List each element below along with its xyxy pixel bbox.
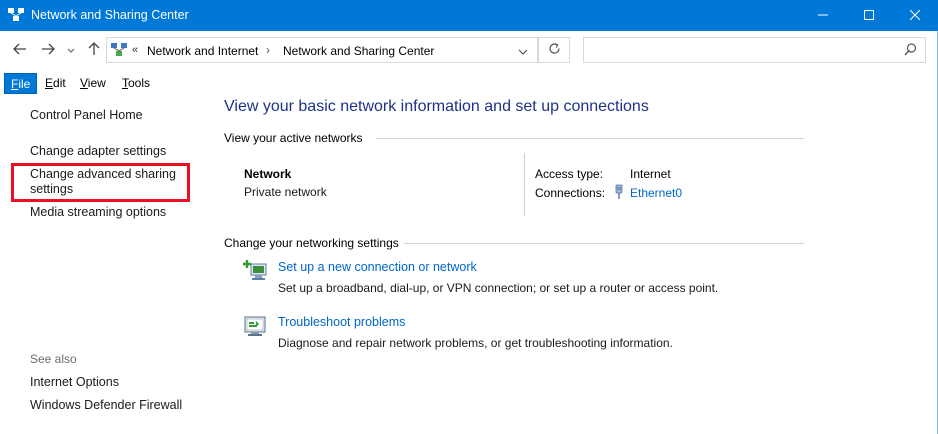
task-description: Set up a broadband, dial-up, or VPN conn… [278, 281, 719, 295]
refresh-button[interactable] [538, 37, 570, 63]
minimize-button[interactable] [800, 0, 846, 31]
close-button[interactable] [892, 0, 938, 31]
ethernet-icon [613, 184, 625, 203]
menu-tools[interactable]: Tools [116, 73, 156, 94]
access-type-value: Internet [630, 167, 671, 181]
maximize-icon [864, 9, 874, 23]
navigation-bar: « Network and Internet › Network and Sha… [0, 31, 938, 71]
sidebar-link-change-adapter-settings[interactable]: Change adapter settings [30, 144, 166, 159]
forward-button[interactable] [38, 39, 58, 61]
maximize-button[interactable] [846, 0, 892, 31]
change-settings-heading: Change your networking settings [224, 236, 399, 250]
arrow-up-icon [88, 41, 100, 59]
back-button[interactable] [10, 39, 30, 61]
search-input[interactable] [583, 37, 926, 63]
breadcrumb-network-and-internet[interactable]: Network and Internet [147, 44, 258, 58]
task-link-set-up-new-connection[interactable]: Set up a new connection or network [278, 260, 477, 274]
menu-file[interactable]: File [4, 73, 38, 94]
arrow-left-icon [13, 43, 27, 58]
main-content: View your basic network information and … [205, 95, 938, 434]
close-icon [909, 9, 921, 23]
network-center-icon [8, 8, 24, 22]
divider [376, 138, 804, 139]
menu-edit[interactable]: Edit [39, 73, 72, 94]
highlight-annotation-box [11, 163, 190, 202]
sidebar-link-internet-options[interactable]: Internet Options [30, 375, 119, 390]
sidebar-link-media-streaming-options[interactable]: Media streaming options [30, 205, 166, 220]
sidebar-link-control-panel-home[interactable]: Control Panel Home [30, 108, 143, 123]
left-task-pane: Control Panel Home Change adapter settin… [0, 95, 205, 434]
breadcrumb-separator[interactable]: › [266, 43, 270, 57]
breadcrumb-network-and-sharing-center[interactable]: Network and Sharing Center [283, 44, 434, 58]
address-dropdown-button[interactable] [515, 43, 531, 59]
network-name: Network [244, 167, 292, 181]
task-description: Diagnose and repair network problems, or… [278, 336, 673, 350]
chevron-down-icon [67, 43, 75, 57]
task-link-troubleshoot-problems[interactable]: Troubleshoot problems [278, 315, 405, 329]
connections-label: Connections: [535, 186, 606, 200]
recent-locations-button[interactable] [64, 39, 78, 61]
window-title: Network and Sharing Center [31, 8, 189, 22]
breadcrumb-overflow[interactable]: « [132, 44, 138, 56]
menu-view[interactable]: View [74, 73, 112, 94]
title-bar: Network and Sharing Center [0, 0, 938, 31]
arrow-right-icon [41, 43, 55, 58]
see-also-heading: See also [30, 352, 77, 366]
search-icon [904, 43, 917, 59]
divider [404, 243, 804, 244]
divider [524, 153, 525, 216]
active-networks-heading: View your active networks [224, 131, 363, 145]
ethernet-connection-link[interactable]: Ethernet0 [630, 186, 682, 200]
network-center-icon [111, 43, 127, 57]
refresh-icon [548, 42, 561, 58]
chevron-down-icon [518, 44, 528, 58]
menu-bar: File Edit View Tools [0, 73, 938, 94]
minimize-icon [818, 9, 828, 23]
access-type-label: Access type: [535, 167, 604, 181]
new-connection-icon [243, 259, 269, 283]
address-bar[interactable]: « Network and Internet › Network and Sha… [106, 37, 538, 63]
sidebar-link-windows-defender-firewall[interactable]: Windows Defender Firewall [30, 398, 182, 413]
troubleshoot-icon [243, 315, 269, 339]
up-button[interactable] [84, 39, 104, 61]
network-category: Private network [244, 185, 327, 199]
page-title: View your basic network information and … [224, 98, 649, 115]
